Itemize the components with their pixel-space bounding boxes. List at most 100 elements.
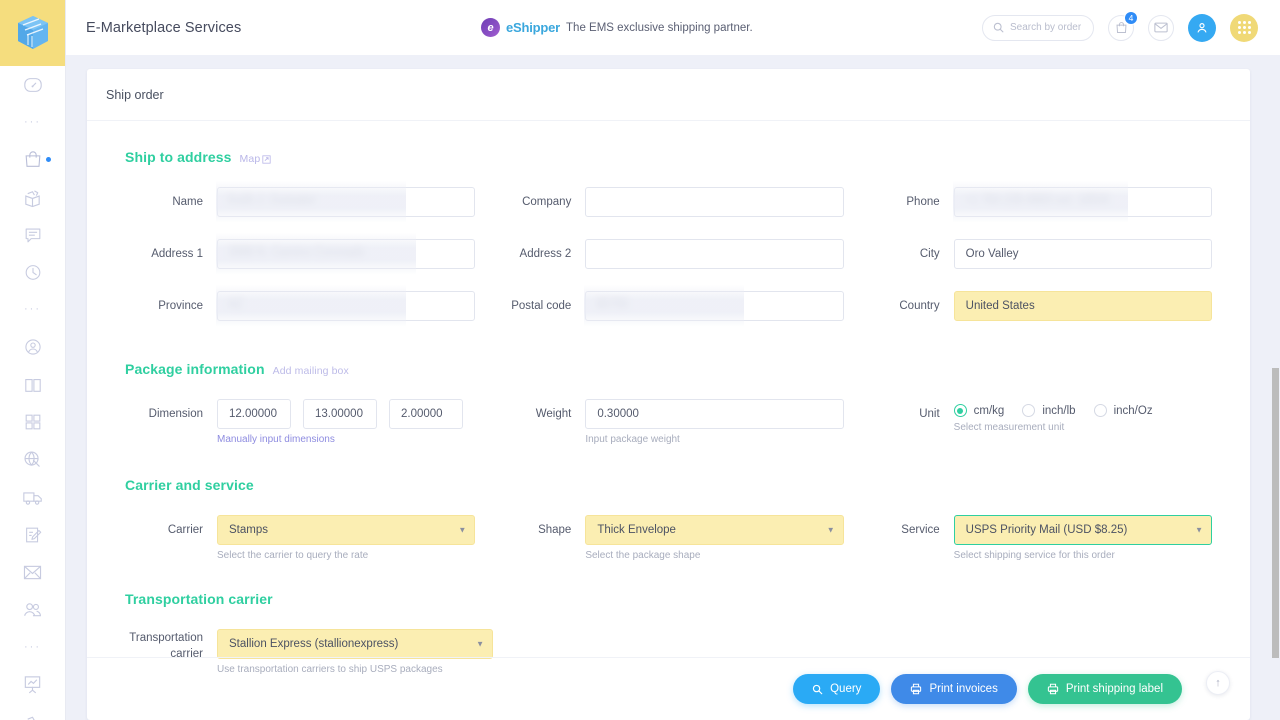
mail-button[interactable] — [1148, 14, 1174, 41]
phone-input[interactable] — [953, 187, 1212, 217]
users-icon — [24, 602, 42, 617]
print-shipping-label-label: Print shipping label — [1065, 683, 1163, 695]
brand-logo[interactable] — [0, 0, 65, 66]
sidebar-item-inventory[interactable] — [0, 704, 65, 720]
section-title-text: Carrier and service — [125, 477, 254, 493]
sidebar-item-mail[interactable] — [0, 554, 65, 592]
service-select[interactable] — [953, 515, 1212, 545]
eshipper-logo-icon: e — [481, 18, 500, 37]
cart-badge: 4 — [1124, 10, 1138, 25]
search-placeholder: Search by order — [1010, 22, 1082, 33]
shape-select[interactable] — [585, 515, 844, 545]
sidebar-item-shipping[interactable] — [0, 479, 65, 517]
dimension-width-input[interactable] — [303, 399, 377, 429]
shopping-bag-icon — [25, 151, 40, 168]
field-label: Province — [158, 300, 203, 312]
map-link[interactable]: Map — [240, 153, 272, 165]
header-actions: Search by order 4 — [982, 0, 1258, 55]
field-postal-code: Postal code 85755 — [493, 285, 844, 327]
sidebar-divider-1: ··· — [0, 104, 65, 142]
add-mailing-box-link[interactable]: Add mailing box — [273, 365, 349, 377]
carrier-select[interactable] — [217, 515, 476, 545]
unit-option-inch-lb[interactable]: inch/lb — [1022, 404, 1076, 417]
field-label: Dimension — [148, 408, 203, 420]
field-carrier: Carrier ▼ Select the carrier to query th… — [125, 515, 476, 561]
sidebar-item-reports[interactable] — [0, 666, 65, 704]
field-name: Name Keith J. Outwater — [125, 181, 476, 223]
user-circle-icon — [24, 339, 41, 355]
cart-button[interactable]: 4 — [1108, 10, 1138, 41]
address1-input[interactable] — [217, 239, 476, 269]
unit-option-inch-oz[interactable]: inch/Oz — [1093, 404, 1153, 417]
printer-icon — [911, 683, 922, 695]
weight-input[interactable] — [585, 399, 844, 429]
dimension-length-input[interactable] — [217, 399, 291, 429]
section-title-text: Ship to address — [125, 149, 232, 165]
sidebar-item-products[interactable] — [0, 179, 65, 217]
country-input[interactable] — [953, 291, 1212, 321]
field-label: Unit — [919, 408, 940, 420]
search-input[interactable]: Search by order — [982, 14, 1094, 41]
sidebar-item-messages[interactable] — [0, 216, 65, 254]
address-row-1: Name Keith J. Outwater Company Phone +1 … — [125, 181, 1212, 223]
sidebar-item-apps[interactable] — [0, 404, 65, 442]
cube-box-logo — [17, 16, 48, 49]
sidebar-item-dashboard[interactable] — [0, 66, 65, 104]
dimension-hint[interactable]: Manually input dimensions — [217, 434, 475, 445]
radio-selected-icon — [953, 404, 967, 417]
clipboard-pencil-icon — [25, 527, 41, 543]
back-to-top-button[interactable]: ↑ — [1206, 671, 1230, 695]
sidebar-item-orders[interactable] — [0, 141, 65, 179]
sidebar-item-account[interactable] — [0, 329, 65, 367]
open-box-icon — [25, 190, 40, 207]
avatar[interactable] — [1188, 13, 1216, 42]
page-scrollbar-track[interactable] — [1271, 55, 1280, 720]
sidebar-divider-2: ··· — [0, 291, 65, 329]
carrier-hint: Select the carrier to query the rate — [217, 550, 369, 561]
section-package-information: Package information Add mailing box — [125, 361, 1212, 377]
page-scrollbar-thumb[interactable] — [1272, 368, 1279, 658]
eshipper-brand: eShipper — [506, 20, 561, 35]
dimension-height-input[interactable] — [389, 399, 463, 429]
grid-dots-icon — [1237, 21, 1251, 34]
sidebar-item-history[interactable] — [0, 254, 65, 292]
address2-input[interactable] — [585, 239, 844, 269]
card-title: Ship order — [106, 87, 164, 102]
city-input[interactable] — [953, 239, 1212, 269]
section-carrier-and-service: Carrier and service — [125, 477, 1212, 493]
sidebar-item-catalog[interactable] — [0, 366, 65, 404]
left-sidebar: ··· ··· ··· — [0, 0, 66, 720]
field-label: Service — [901, 524, 940, 536]
sidebar-divider-3: ··· — [0, 629, 65, 667]
book-open-icon — [24, 378, 41, 392]
province-input[interactable] — [217, 291, 476, 321]
unit-option-cm-kg[interactable]: cm/kg — [953, 404, 1005, 417]
field-label: Name — [172, 196, 203, 208]
sidebar-item-forms[interactable] — [0, 516, 65, 554]
card-header: Ship order — [87, 69, 1250, 121]
unit-option-label: inch/Oz — [1113, 404, 1153, 417]
clock-icon — [25, 265, 40, 281]
field-shape: Shape ▼ Select the package shape — [493, 515, 844, 561]
transportation-carrier-select[interactable] — [217, 629, 493, 659]
apps-button[interactable] — [1230, 13, 1258, 42]
print-shipping-label-button[interactable]: Print shipping label — [1027, 674, 1182, 704]
unit-radio-group: cm/kg inch/lb inch/Oz — [953, 399, 1212, 417]
field-label: Weight — [535, 408, 572, 420]
open-box-alt-icon — [27, 716, 35, 720]
carrier-row: Carrier ▼ Select the carrier to query th… — [125, 515, 1212, 561]
name-input[interactable] — [217, 187, 476, 217]
sidebar-item-customers[interactable] — [0, 591, 65, 629]
field-service: Service ▼ Select shipping service for th… — [862, 515, 1212, 561]
grid-squares-icon — [25, 414, 40, 430]
print-invoices-button[interactable]: Print invoices — [891, 674, 1017, 704]
eshipper-promo: e eShipper The EMS exclusive shipping pa… — [481, 0, 753, 55]
sidebar-item-global[interactable] — [0, 441, 65, 479]
query-button[interactable]: Query — [793, 674, 881, 704]
card-body: Ship to address Map Name Keith J. Outwat… — [87, 121, 1250, 675]
field-address1: Address 1 3988 N. Camino Coronado — [125, 233, 476, 275]
postal-code-input[interactable] — [585, 291, 844, 321]
field-phone: Phone +1 760-235-9983 ext. 18500 — [862, 181, 1212, 223]
unit-option-label: cm/kg — [973, 404, 1005, 417]
company-input[interactable] — [585, 187, 844, 217]
